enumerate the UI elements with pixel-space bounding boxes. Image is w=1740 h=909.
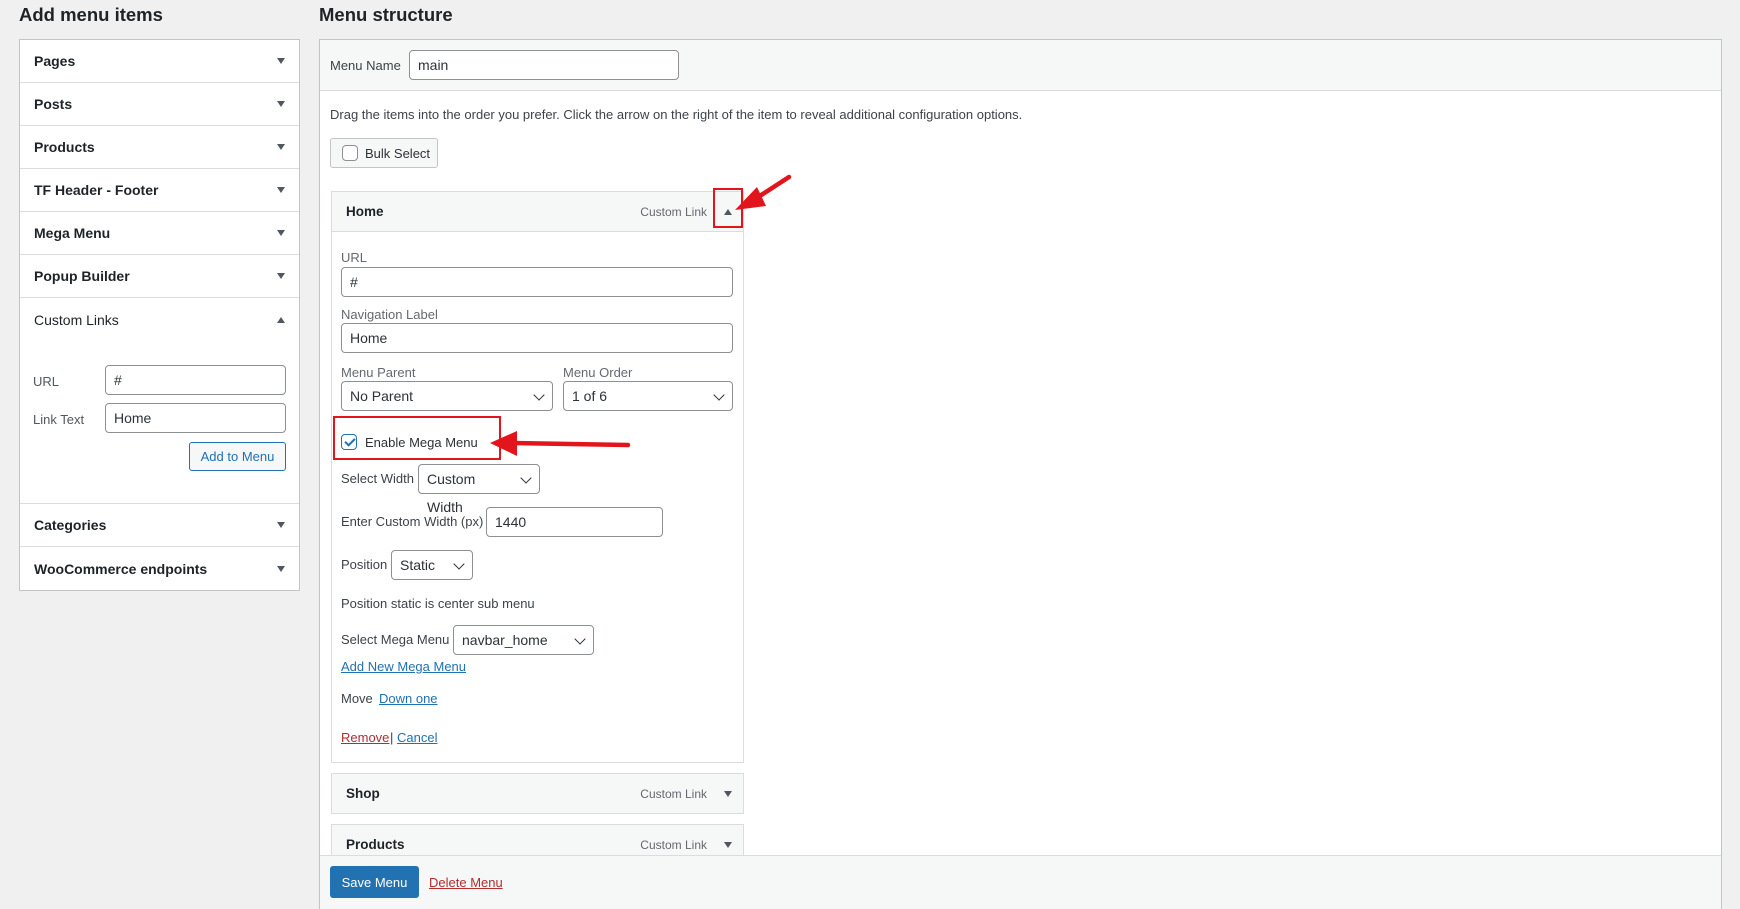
annotation-arrow-icon	[735, 174, 792, 210]
annotation-arrow-icon	[490, 431, 631, 456]
annotation-arrows	[490, 174, 792, 456]
